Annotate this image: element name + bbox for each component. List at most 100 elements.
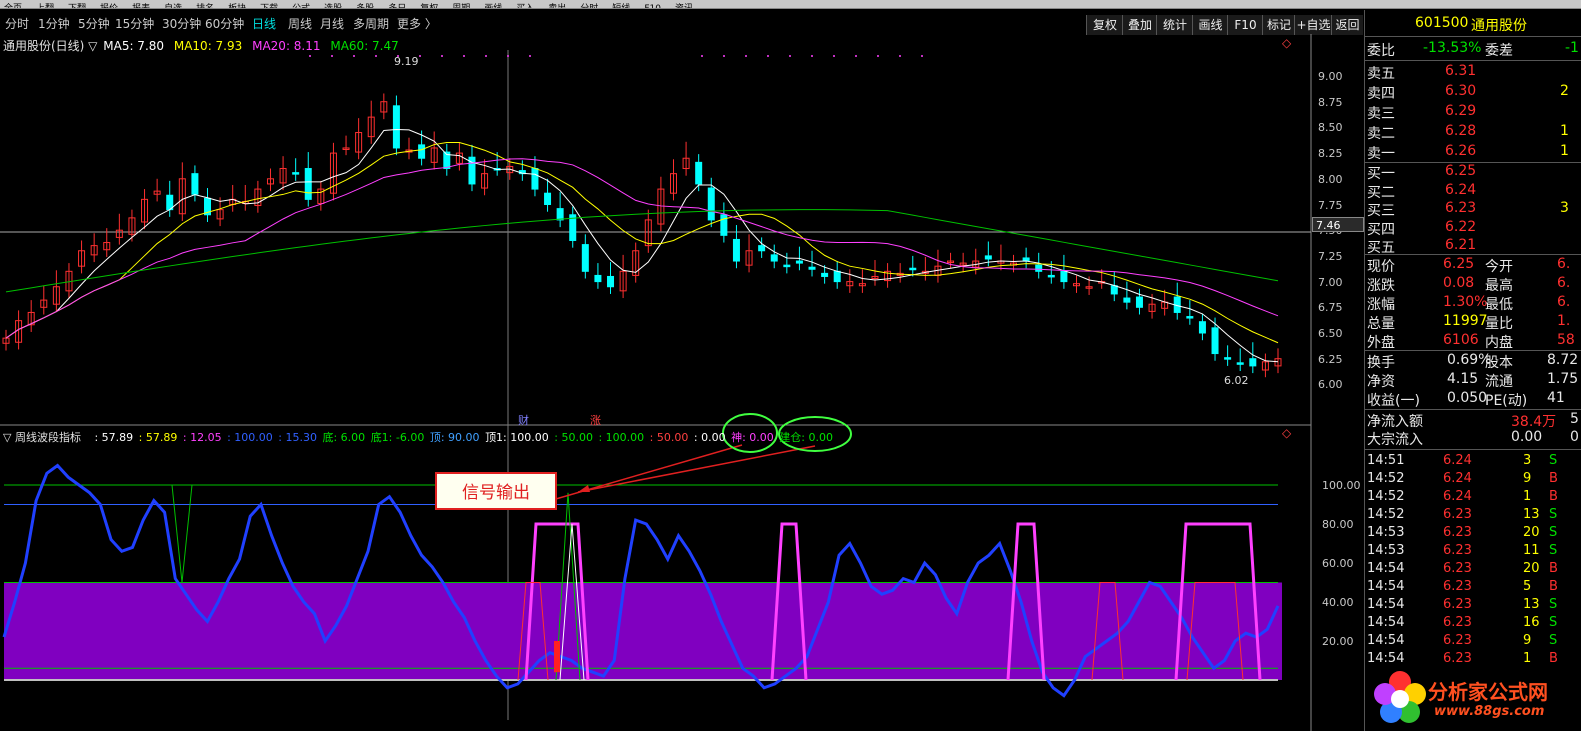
top-menu-item[interactable]: 板块 bbox=[228, 5, 246, 9]
toolbar-button[interactable]: +自选 bbox=[1294, 15, 1332, 35]
toolbar-button[interactable]: 复权 bbox=[1086, 15, 1123, 35]
tick-row: 14:52 6.23 13 S bbox=[1365, 507, 1581, 525]
buy-bar bbox=[554, 641, 560, 673]
quote-row: 现价 6.25 今开 6. bbox=[1365, 256, 1581, 275]
tick-volume: 5 bbox=[1523, 579, 1532, 594]
toolbar-button[interactable]: 返回 bbox=[1331, 15, 1363, 35]
period-tab[interactable]: 多周期 bbox=[353, 15, 389, 32]
period-tab[interactable]: 周线 bbox=[288, 15, 312, 32]
fund-value: 1.75 bbox=[1547, 371, 1579, 387]
stock-code[interactable]: 601500 bbox=[1415, 15, 1468, 31]
top-menu-item[interactable]: 自选 bbox=[164, 5, 182, 9]
top-menu-item[interactable]: 下载 bbox=[260, 5, 278, 9]
price-tick-label: 7.00 bbox=[1318, 275, 1343, 289]
divider bbox=[1365, 254, 1581, 255]
top-menu-item[interactable]: 周期 bbox=[452, 5, 470, 9]
top-menu-item[interactable]: 画线 bbox=[484, 5, 502, 9]
top-menu-item[interactable]: 买入 bbox=[516, 5, 534, 9]
candle-body bbox=[758, 245, 766, 252]
quote-value: 6106 bbox=[1443, 332, 1479, 348]
tick-volume: 11 bbox=[1523, 543, 1540, 558]
tick-side: S bbox=[1549, 453, 1558, 468]
toolbar-button[interactable]: 叠加 bbox=[1122, 15, 1157, 35]
toolbar-button[interactable]: 画线 bbox=[1192, 15, 1228, 35]
top-menu-item[interactable]: 报表 bbox=[132, 5, 150, 9]
period-tab[interactable]: 1分钟 bbox=[38, 15, 70, 32]
top-menu-item[interactable]: 短线 bbox=[612, 5, 630, 9]
candle-body bbox=[607, 275, 615, 288]
tick-volume: 20 bbox=[1523, 525, 1540, 540]
weibi-row: 委比 -13.53% 委差 -1 bbox=[1365, 40, 1581, 59]
candle-body bbox=[720, 214, 728, 236]
signal-dot bbox=[745, 55, 747, 57]
candle-body bbox=[1135, 296, 1143, 308]
top-menu-item[interactable]: 全页 bbox=[4, 5, 22, 9]
period-tab[interactable]: 日线 bbox=[252, 15, 276, 32]
tick-row: 14:54 6.23 16 S bbox=[1365, 615, 1581, 633]
top-menu-item[interactable]: 公式 bbox=[292, 5, 310, 9]
candle-body bbox=[695, 161, 703, 185]
candle-body bbox=[531, 168, 539, 190]
tick-time: 14:54 bbox=[1367, 633, 1405, 648]
bid-label: 买四 bbox=[1367, 221, 1395, 238]
candle-body bbox=[984, 255, 992, 260]
quote-value: 6.25 bbox=[1443, 256, 1475, 272]
signal-dot bbox=[701, 55, 703, 57]
signal-dot bbox=[507, 55, 509, 57]
top-menu-item[interactable]: 卖出 bbox=[548, 5, 566, 9]
fund-label: 股本 bbox=[1485, 355, 1513, 371]
flow-extra: 0 bbox=[1570, 429, 1579, 445]
kline-chart[interactable] bbox=[0, 34, 1364, 731]
toolbar-button[interactable]: 标记 bbox=[1262, 15, 1295, 35]
tick-price: 6.23 bbox=[1443, 615, 1472, 630]
ind-v2: : 57.89 bbox=[138, 431, 178, 444]
top-menu-item[interactable]: 资讯 bbox=[675, 5, 693, 9]
event-cai[interactable]: 财 bbox=[518, 412, 529, 428]
stock-name[interactable]: 通用股份 bbox=[1471, 15, 1527, 35]
tick-price: 6.23 bbox=[1443, 507, 1472, 522]
signal-dot bbox=[529, 55, 531, 57]
signal-dot bbox=[463, 55, 465, 57]
period-tab[interactable]: 15分钟 bbox=[115, 15, 154, 32]
period-tab[interactable]: 月线 bbox=[320, 15, 344, 32]
period-tab[interactable]: 30分钟 bbox=[162, 15, 201, 32]
top-menu-item[interactable]: 下翻 bbox=[68, 5, 86, 9]
price-tick-label: 9.00 bbox=[1318, 70, 1343, 83]
top-menu-item[interactable]: 多日 bbox=[388, 5, 406, 9]
top-menu-item[interactable]: 分时 bbox=[580, 5, 598, 9]
price-tick-label: 7.25 bbox=[1318, 249, 1343, 263]
signal-dot bbox=[309, 55, 311, 57]
candle-body bbox=[556, 208, 564, 221]
toolbar-button[interactable]: F10 bbox=[1227, 15, 1263, 35]
tick-price: 6.24 bbox=[1443, 453, 1472, 468]
tick-price: 6.23 bbox=[1443, 633, 1472, 648]
top-menu-item[interactable]: 报价 bbox=[100, 5, 118, 9]
top-menu-item[interactable]: 多股 bbox=[356, 5, 374, 9]
quote-label: 涨幅 bbox=[1367, 297, 1395, 313]
ind-di1: 底1: -6.00 bbox=[370, 431, 425, 444]
flow-row: 净流入额 38.4万 5 bbox=[1365, 411, 1581, 430]
top-menu-item[interactable]: 复权 bbox=[420, 5, 438, 9]
annotation-box: 信号输出 bbox=[435, 472, 557, 510]
ind-ding: 顶: 90.00 bbox=[429, 431, 480, 444]
top-menu-item[interactable]: 排名 bbox=[196, 5, 214, 9]
bid-row: 买一 6.25 bbox=[1365, 163, 1581, 182]
top-menu-item[interactable]: 选股 bbox=[324, 5, 342, 9]
bid-price: 6.23 bbox=[1445, 200, 1477, 216]
tick-price: 6.24 bbox=[1443, 489, 1472, 504]
period-tab[interactable]: 更多 〉 bbox=[397, 15, 437, 32]
indicator-name[interactable]: ▽ 周线波段指标 bbox=[3, 431, 81, 444]
tick-volume: 13 bbox=[1523, 507, 1540, 522]
period-tab[interactable]: 5分钟 bbox=[78, 15, 110, 32]
period-tab[interactable]: 分时 bbox=[5, 15, 29, 32]
toolbar-button[interactable]: 统计 bbox=[1156, 15, 1193, 35]
tick-row: 14:54 6.23 9 S bbox=[1365, 633, 1581, 651]
candle-body bbox=[544, 192, 552, 206]
tick-side: S bbox=[1549, 597, 1558, 612]
top-menu-item[interactable]: 上翻 bbox=[36, 5, 54, 9]
period-tab[interactable]: 60分钟 bbox=[205, 15, 244, 32]
top-menu-item[interactable]: F10 bbox=[644, 5, 661, 9]
event-zhang[interactable]: 涨 bbox=[590, 412, 601, 428]
ind-v1: : 57.89 bbox=[94, 431, 134, 444]
ind-v4: : 100.00 bbox=[227, 431, 273, 444]
